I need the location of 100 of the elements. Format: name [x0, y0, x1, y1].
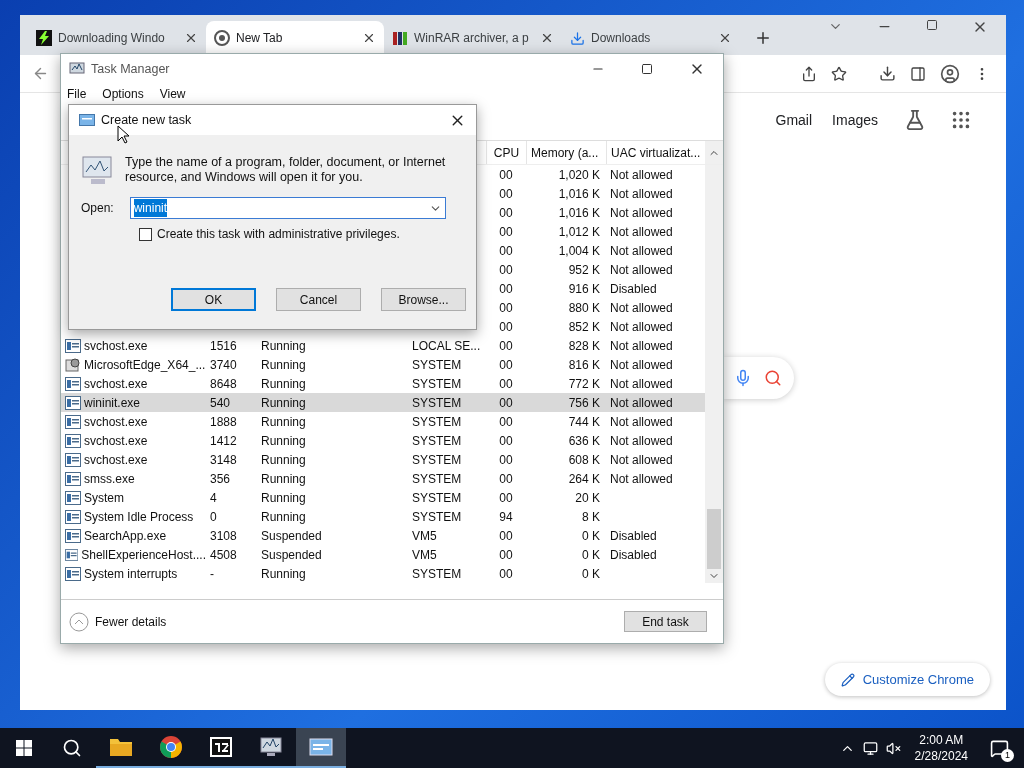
- flask-icon[interactable]: [904, 109, 926, 131]
- table-cell: Running: [261, 490, 306, 505]
- table-cell: Not allowed: [610, 186, 673, 201]
- network-icon[interactable]: [862, 740, 878, 756]
- table-cell: 916 K: [568, 281, 600, 296]
- windows-logo-icon[interactable]: [16, 740, 32, 756]
- table-cell: 00: [499, 490, 513, 505]
- table-cell: 00: [499, 471, 513, 486]
- star-icon[interactable]: [831, 65, 847, 82]
- header-link[interactable]: Images: [832, 109, 878, 131]
- open-field[interactable]: wininit: [129, 197, 446, 219]
- table-cell: Not allowed: [610, 357, 673, 372]
- menu-item[interactable]: View: [159, 84, 186, 103]
- close-icon[interactable]: [718, 31, 732, 45]
- checkbox[interactable]: [139, 227, 152, 241]
- process-row[interactable]: wininit.exe 540 Running SYSTEM 00 756 K Not allowed: [61, 393, 705, 412]
- close-icon[interactable]: [184, 31, 198, 45]
- collapse-icon[interactable]: [69, 611, 89, 632]
- menu-item[interactable]: File: [67, 84, 87, 103]
- scrollbar[interactable]: [705, 165, 723, 583]
- table-cell: Not allowed: [610, 167, 673, 182]
- table-cell: 1888: [210, 414, 237, 429]
- table-cell: SYSTEM: [412, 490, 462, 505]
- search-icon[interactable]: [62, 738, 82, 758]
- process-row[interactable]: System 4 Running SYSTEM 00 20 K: [61, 488, 705, 507]
- volume-muted-icon[interactable]: [885, 740, 901, 756]
- process-row[interactable]: svchost.exe 1412 Running SYSTEM 00 636 K Not allowed: [61, 431, 705, 450]
- notification-count: 1: [1001, 749, 1014, 762]
- end-task-button[interactable]: End task: [624, 611, 707, 632]
- table-cell: 852 K: [568, 319, 600, 334]
- installer-icon: [65, 356, 81, 373]
- table-cell: 00: [499, 376, 513, 391]
- scroll-thumb[interactable]: [707, 509, 721, 569]
- header-link[interactable]: Gmail: [775, 109, 813, 131]
- table-cell: VM5: [412, 528, 437, 543]
- dialog-button[interactable]: OK: [171, 288, 256, 311]
- table-cell: SYSTEM: [412, 395, 462, 410]
- monitor-chart-icon: [69, 62, 85, 76]
- browser-tab[interactable]: Downloads: [562, 21, 740, 55]
- table-cell-text: SearchApp.exe: [84, 527, 167, 545]
- table-cell: 0 K: [582, 528, 600, 543]
- process-row[interactable]: svchost.exe 3148 Running SYSTEM 00 608 K Not allowed: [61, 450, 705, 469]
- table-cell: Running: [261, 471, 306, 486]
- browser-tab[interactable]: Downloading Windo: [28, 21, 206, 55]
- table-cell: 356: [210, 471, 231, 486]
- table-cell: 00: [499, 224, 513, 239]
- apps-icon[interactable]: [950, 109, 972, 131]
- process-row[interactable]: svchost.exe 1888 Running SYSTEM 00 744 K Not allowed: [61, 412, 705, 431]
- table-cell: 00: [499, 452, 513, 467]
- menu-item[interactable]: Options: [102, 84, 144, 103]
- download-icon: [570, 30, 585, 46]
- maximize-icon[interactable]: [926, 19, 938, 31]
- fewer-details-link[interactable]: Fewer details: [95, 612, 167, 631]
- customize-chrome-button[interactable]: Customize Chrome: [824, 663, 990, 696]
- table-cell: SYSTEM: [412, 357, 462, 372]
- pencil-icon: [840, 672, 855, 687]
- dialog-button[interactable]: Cancel: [276, 288, 361, 311]
- table-cell: 00: [499, 205, 513, 220]
- process-row[interactable]: smss.exe 356 Running SYSTEM 00 264 K Not allowed: [61, 469, 705, 488]
- process-row[interactable]: svchost.exe 8648 Running SYSTEM 00 772 K Not allowed: [61, 374, 705, 393]
- browser-tab[interactable]: WinRAR archiver, a p: [384, 21, 562, 55]
- dialog-button[interactable]: Browse...: [381, 288, 466, 311]
- column-header[interactable]: CPU: [486, 141, 526, 164]
- process-row[interactable]: SearchApp.exe 3108 Suspended VM5 00 0 K Disabled: [61, 526, 705, 545]
- process-row[interactable]: System Idle Process 0 Running SYSTEM 94 8 K: [61, 507, 705, 526]
- process-icon: [65, 433, 81, 448]
- download-icon[interactable]: [879, 65, 896, 82]
- back-icon[interactable]: [32, 65, 49, 82]
- clock-time[interactable]: 2:00 AM: [919, 732, 964, 748]
- search-field[interactable]: [724, 357, 794, 399]
- table-cell: SYSTEM: [412, 452, 462, 467]
- new-tab-icon[interactable]: [754, 29, 772, 47]
- table-cell: 00: [499, 547, 513, 562]
- table-cell: 00: [499, 243, 513, 258]
- share-icon[interactable]: [801, 65, 817, 82]
- profile-icon[interactable]: [940, 63, 960, 84]
- close-icon[interactable]: [362, 31, 376, 45]
- process-row[interactable]: MicrosoftEdge_X64_... 3740 Running SYSTEM 00 816 K Not allowed: [61, 355, 705, 374]
- table-cell: 1,004 K: [558, 243, 600, 258]
- browser-tab[interactable]: New Tab: [206, 21, 384, 55]
- taskbar-app-button[interactable]: [296, 728, 346, 768]
- close-icon[interactable]: [540, 31, 554, 45]
- maximize-icon[interactable]: [641, 63, 653, 75]
- notifications-icon[interactable]: [989, 738, 1009, 758]
- open-label: Open:: [81, 200, 114, 217]
- process-row[interactable]: System interrupts - Running SYSTEM 00 0 K: [61, 564, 705, 583]
- table-cell: 3740: [210, 357, 237, 372]
- archive-icon: [209, 736, 233, 758]
- process-row[interactable]: ShellExperienceHost.... 4508 Suspended VM5 00 0 K Disabled: [61, 545, 705, 564]
- table-cell: Not allowed: [610, 395, 673, 410]
- process-row[interactable]: svchost.exe 1516 Running LOCAL SE... 00 828 K Not allowed: [61, 336, 705, 355]
- column-header[interactable]: Memory (a...: [526, 141, 606, 164]
- clock-date[interactable]: 2/28/2024: [914, 748, 968, 764]
- process-icon: [65, 490, 81, 505]
- run-window-icon: [79, 114, 95, 126]
- table-cell-text: smss.exe: [84, 470, 135, 488]
- side-panel-icon[interactable]: [910, 65, 926, 82]
- table-cell: Not allowed: [610, 471, 673, 486]
- table-cell: Not allowed: [610, 376, 673, 391]
- table-cell: 4: [210, 490, 217, 505]
